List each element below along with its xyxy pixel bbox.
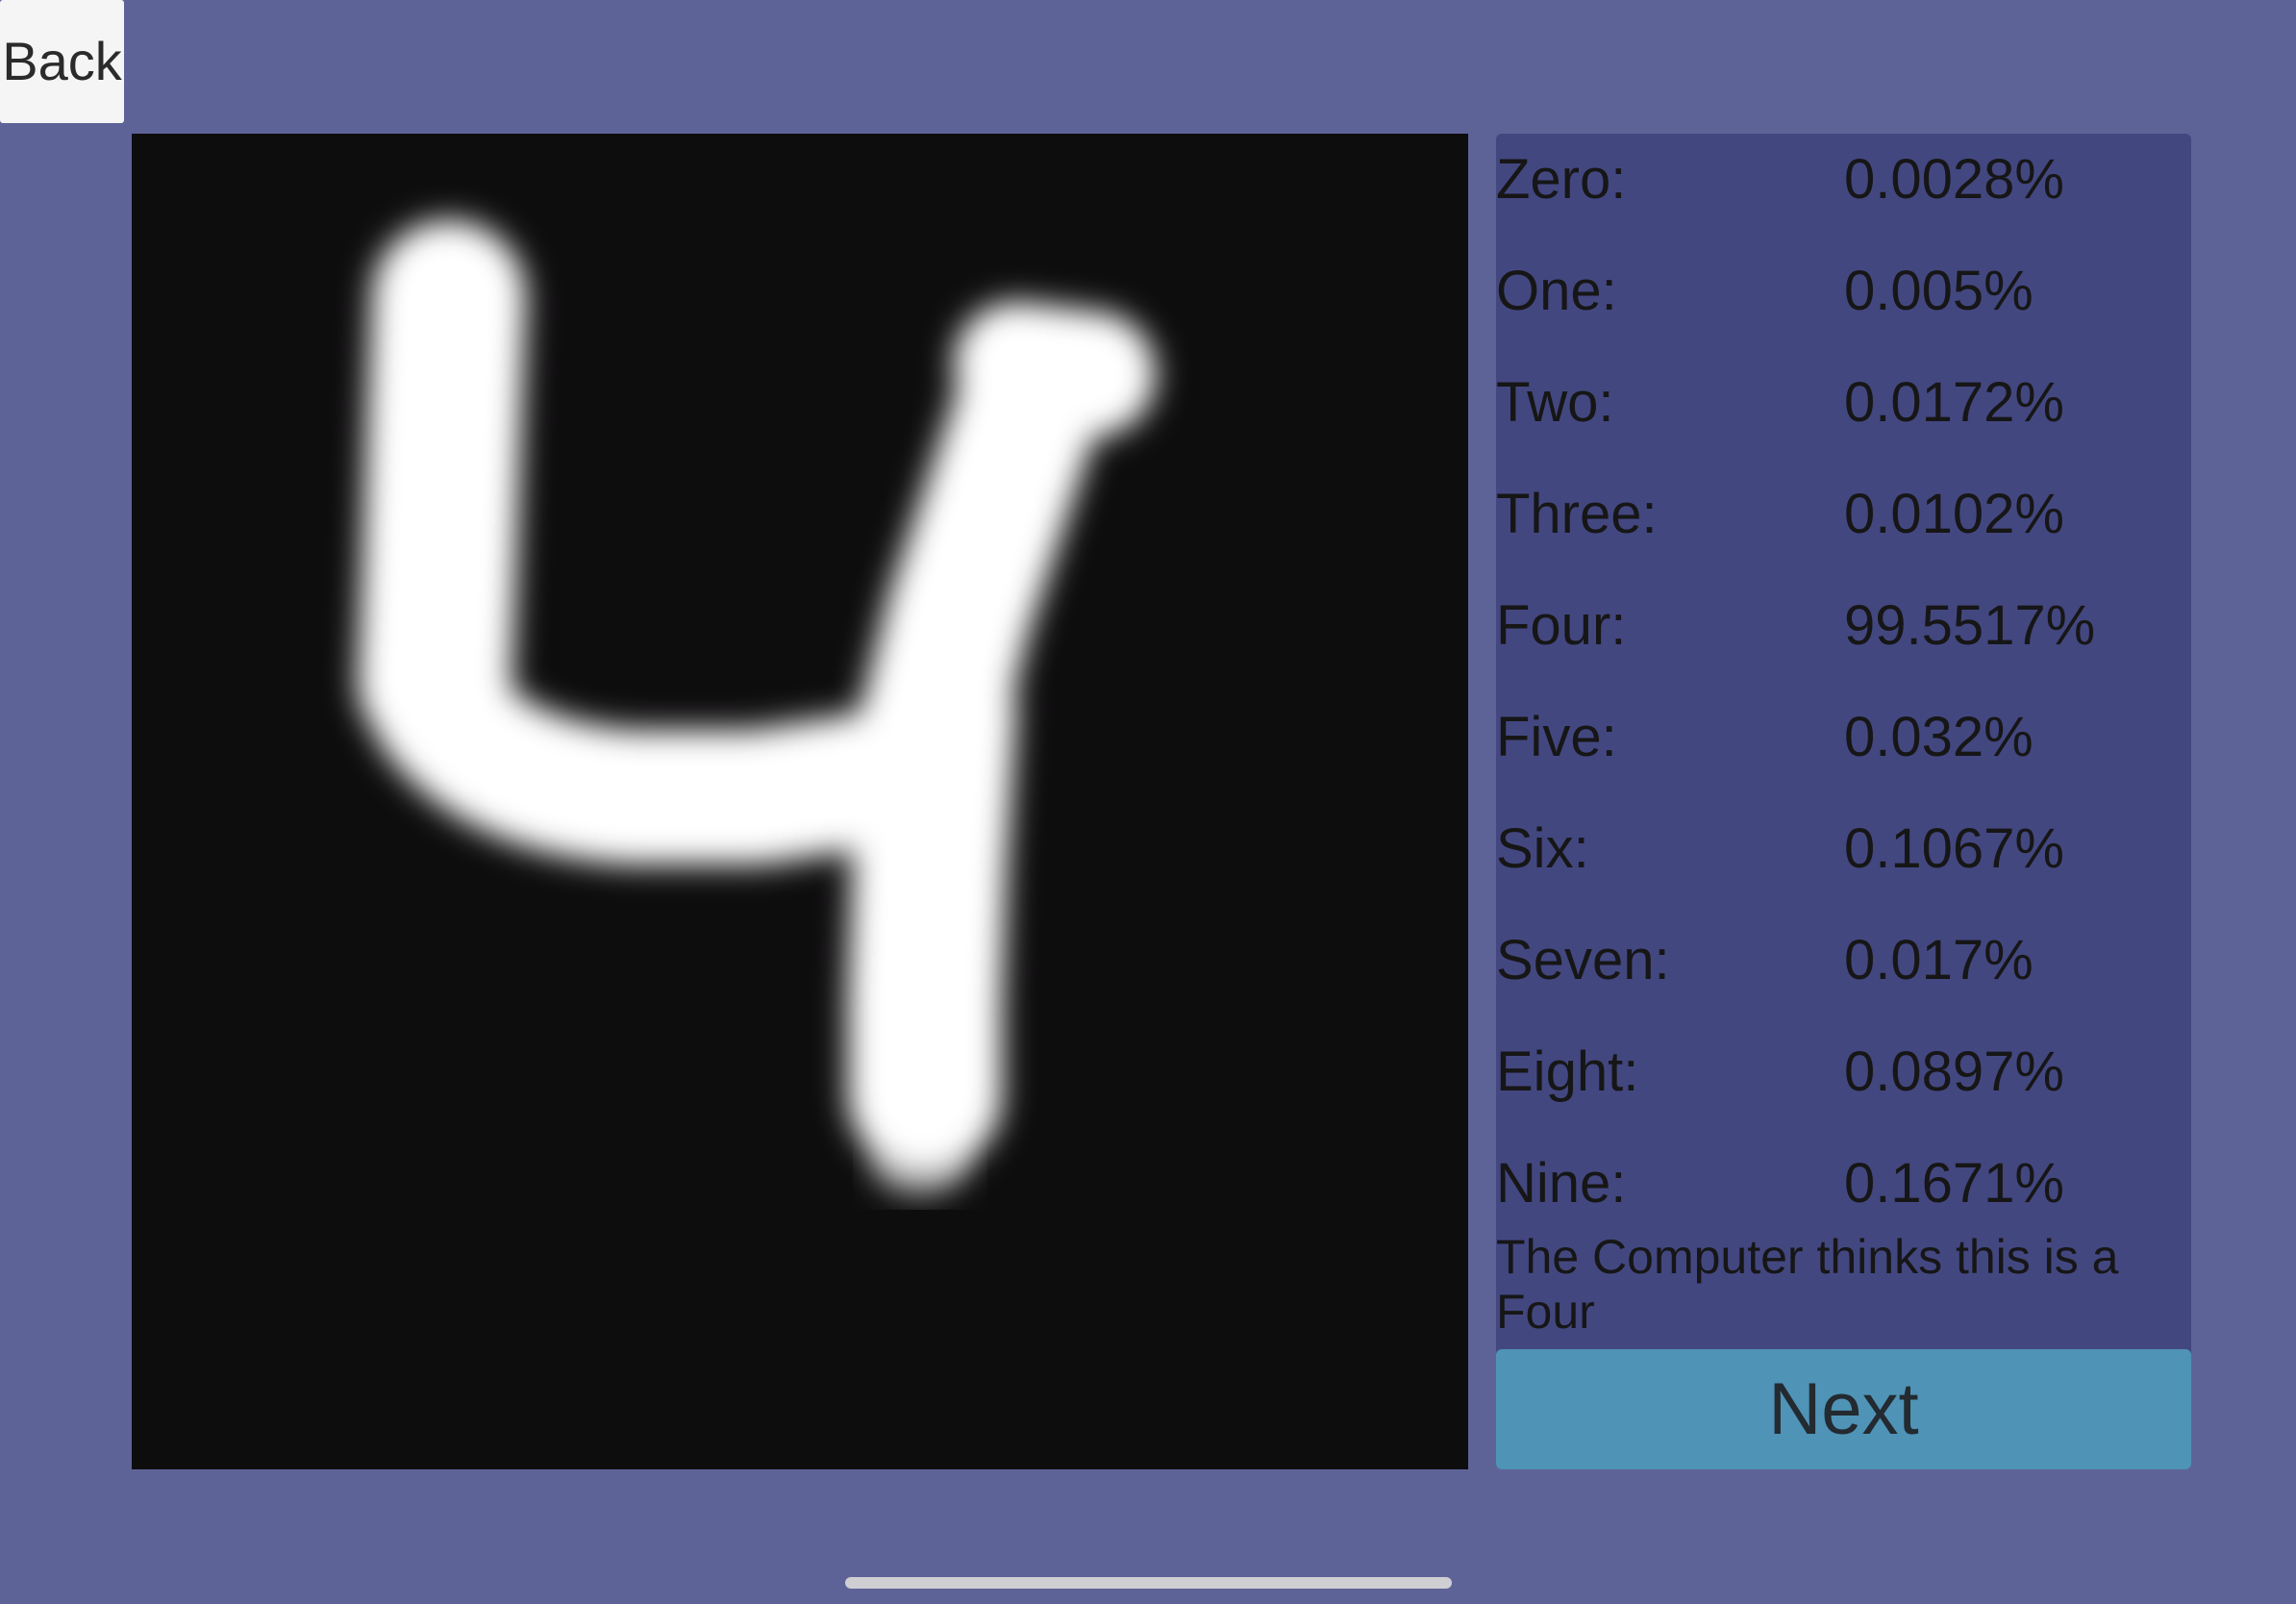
prob-value: 0.0028% — [1844, 148, 2064, 211]
prob-value: 0.0897% — [1844, 1040, 2064, 1103]
prob-value: 99.5517% — [1844, 594, 2096, 657]
prob-label: Seven: — [1496, 929, 1670, 991]
app-screen: Back Zero: 0.0028% One: 0.005% Two: 0.01… — [0, 0, 2296, 1604]
prob-row-five: Five: 0.032% — [1496, 691, 2191, 803]
prob-label: Zero: — [1496, 148, 1627, 211]
prob-row-three: Three: 0.0102% — [1496, 468, 2191, 580]
prob-label: One: — [1496, 260, 1617, 322]
prob-label: Six: — [1496, 817, 1589, 880]
prob-label: Four: — [1496, 594, 1627, 657]
prob-value: 0.017% — [1844, 929, 2034, 991]
prob-label: Five: — [1496, 706, 1617, 768]
handwritten-digit-four-image — [358, 220, 1156, 1196]
prob-row-zero: Zero: 0.0028% — [1496, 134, 2191, 245]
probability-panel: Zero: 0.0028% One: 0.005% Two: 0.0172% T… — [1496, 134, 2191, 1469]
home-indicator[interactable] — [845, 1577, 1452, 1589]
prob-value: 0.0172% — [1844, 371, 2064, 434]
back-button[interactable]: Back — [0, 0, 124, 123]
prob-row-four: Four: 99.5517% — [1496, 580, 2191, 691]
prob-value: 0.0102% — [1844, 483, 2064, 545]
digit-canvas — [132, 134, 1468, 1469]
prediction-verdict: The Computer thinks this is a Four — [1496, 1230, 2119, 1339]
prob-row-two: Two: 0.0172% — [1496, 357, 2191, 468]
prob-label: Two: — [1496, 371, 1614, 434]
prob-value: 0.1067% — [1844, 817, 2064, 880]
prob-value: 0.1671% — [1844, 1152, 2064, 1215]
prob-row-eight: Eight: 0.0897% — [1496, 1026, 2191, 1138]
next-button[interactable]: Next — [1496, 1349, 2191, 1469]
prob-label: Three: — [1496, 483, 1658, 545]
prob-row-seven: Seven: 0.017% — [1496, 915, 2191, 1026]
prob-row-six: Six: 0.1067% — [1496, 803, 2191, 915]
prob-label: Nine: — [1496, 1152, 1627, 1215]
prob-row-one: One: 0.005% — [1496, 245, 2191, 357]
prob-label: Eight: — [1496, 1040, 1639, 1103]
prob-value: 0.032% — [1844, 706, 2034, 768]
prob-value: 0.005% — [1844, 260, 2034, 322]
